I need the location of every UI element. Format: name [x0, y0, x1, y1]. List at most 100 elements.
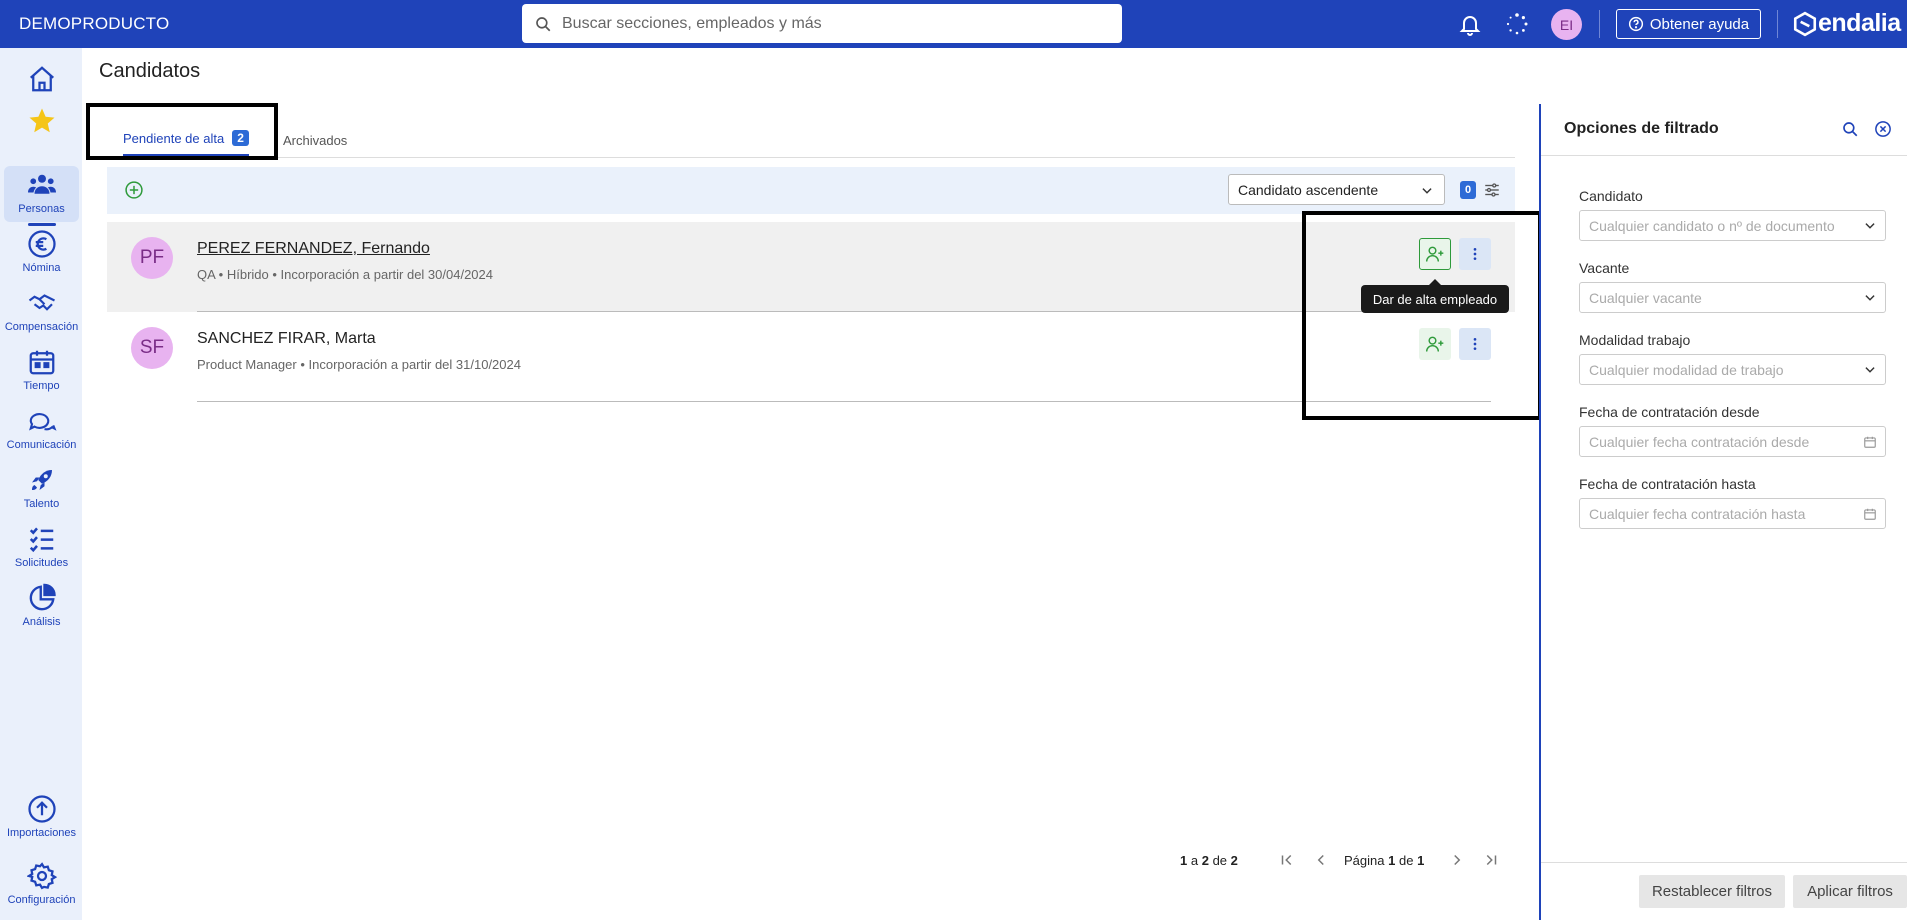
- filter-placeholder: Cualquier modalidad de trabajo: [1589, 361, 1784, 378]
- calendar-icon[interactable]: [1863, 435, 1877, 449]
- hire-date-from-input[interactable]: Cualquier fecha contratación desde: [1579, 426, 1886, 457]
- help-circle-icon: [1628, 16, 1643, 32]
- user-avatar[interactable]: EI: [1551, 9, 1582, 40]
- bell-icon[interactable]: [1458, 12, 1482, 36]
- row-divider: [197, 401, 1491, 402]
- filter-label-fecha-desde: Fecha de contratación desde: [1579, 404, 1760, 420]
- brand-logo[interactable]: endalia: [1792, 9, 1901, 38]
- search-input[interactable]: [562, 14, 1102, 33]
- sidebar-item-label: Solicitudes: [14, 557, 69, 569]
- search-icon: [536, 16, 551, 31]
- vacancy-filter-select[interactable]: Cualquier vacante: [1579, 282, 1886, 313]
- filter-label-candidato: Candidato: [1579, 188, 1643, 204]
- candidate-details: Product Manager • Incorporación a partir…: [197, 357, 521, 372]
- sidebar-item-label: Personas: [18, 203, 65, 215]
- candidate-filter-select[interactable]: Cualquier candidato o nº de documento: [1579, 210, 1886, 241]
- checklist-icon: [29, 527, 53, 553]
- gear-icon: [26, 862, 57, 890]
- sidebar-item-importaciones[interactable]: Importaciones: [4, 790, 79, 846]
- chevron-down-icon: [1865, 295, 1875, 301]
- rocket-icon: [31, 470, 52, 490]
- endalia-logo-icon: [1793, 11, 1817, 36]
- reset-filters-button[interactable]: Restablecer filtros: [1639, 875, 1785, 908]
- star-icon: [29, 108, 54, 133]
- top-bar: DEMOPRODUCTO EI Obtener ayuda endalia: [0, 0, 1907, 48]
- filter-panel: Opciones de filtrado Candidato Cualquier…: [1539, 104, 1907, 920]
- filter-label-fecha-hasta: Fecha de contratación hasta: [1579, 476, 1756, 492]
- sidebar-item-label: Compensación: [4, 321, 79, 333]
- candidate-name-link[interactable]: SANCHEZ FIRAR, Marta: [197, 330, 376, 348]
- tab-archivados[interactable]: Archivados: [283, 124, 347, 156]
- sidebar-item-label: Nómina: [22, 262, 61, 274]
- sidebar-item-solicitudes[interactable]: Solicitudes: [4, 520, 79, 576]
- last-page-icon[interactable]: [1482, 851, 1500, 869]
- sidebar-item-configuracion[interactable]: Configuración: [4, 857, 79, 913]
- list-toolbar: Candidato ascendente 0: [107, 167, 1515, 214]
- filter-placeholder: Cualquier fecha contratación hasta: [1589, 505, 1806, 522]
- candidate-name-link[interactable]: PEREZ FERNANDEZ, Fernando: [197, 240, 430, 258]
- loading-spinner-icon[interactable]: [1505, 12, 1529, 36]
- sidebar-item-label: Configuración: [7, 894, 76, 906]
- help-label: Obtener ayuda: [1649, 15, 1750, 33]
- sidebar-item-label: Tiempo: [23, 380, 60, 392]
- next-page-icon[interactable]: [1448, 851, 1466, 869]
- euro-icon: [27, 230, 56, 258]
- filter-label-modalidad: Modalidad trabajo: [1579, 332, 1691, 348]
- chevron-down-icon: [1422, 188, 1432, 194]
- help-button[interactable]: Obtener ayuda: [1616, 9, 1761, 39]
- sidebar-item-nomina[interactable]: Nómina: [4, 225, 79, 281]
- close-circle-icon[interactable]: [1874, 120, 1892, 138]
- filter-placeholder: Cualquier fecha contratación desde: [1589, 433, 1810, 450]
- brand-name: endalia: [1818, 9, 1901, 37]
- people-icon: [27, 174, 56, 194]
- page-indicator: Página 1 de 1: [1344, 853, 1425, 868]
- sidebar-item-talento[interactable]: Talento: [4, 461, 79, 517]
- candidate-avatar: SF: [131, 327, 173, 369]
- add-circle-icon[interactable]: [124, 180, 144, 200]
- search-icon[interactable]: [1841, 120, 1859, 138]
- panel-divider: [1541, 862, 1907, 863]
- home-icon: [29, 66, 54, 92]
- sort-select[interactable]: Candidato ascendente: [1228, 174, 1445, 205]
- calendar-icon[interactable]: [1863, 507, 1877, 521]
- pie-chart-icon: [29, 583, 56, 611]
- sidebar-item-tiempo[interactable]: Tiempo: [4, 343, 79, 399]
- filter-panel-title: Opciones de filtrado: [1564, 120, 1719, 137]
- tab-bar: Pendiente de alta 2 Archivados: [105, 120, 1515, 158]
- first-page-icon[interactable]: [1278, 851, 1296, 869]
- apply-filters-button[interactable]: Aplicar filtros: [1793, 875, 1907, 908]
- sidebar-item-personas[interactable]: Personas: [4, 166, 79, 226]
- upload-circle-icon: [27, 795, 56, 823]
- company-name[interactable]: DEMOPRODUCTO: [19, 14, 169, 34]
- calendar-icon: [29, 350, 54, 375]
- active-filter-count-badge: 0: [1460, 181, 1476, 199]
- panel-divider: [1541, 155, 1907, 156]
- sidebar-item-analisis[interactable]: Análisis: [4, 579, 79, 635]
- topbar-divider: [1599, 10, 1600, 38]
- hire-date-to-input[interactable]: Cualquier fecha contratación hasta: [1579, 498, 1886, 529]
- sidebar-item-label: Comunicación: [6, 439, 77, 451]
- topbar-divider: [1777, 10, 1778, 38]
- filter-placeholder: Cualquier vacante: [1589, 289, 1702, 306]
- candidate-details: QA • Híbrido • Incorporación a partir de…: [197, 267, 493, 282]
- chevron-down-icon: [1865, 367, 1875, 373]
- sidebar: Personas Nómina Compensación Tiempo Comu…: [0, 48, 82, 920]
- chat-bubbles-icon: [28, 413, 57, 431]
- handshake-icon: [28, 294, 55, 311]
- record-count: 1 a 2 de 2: [1180, 853, 1238, 868]
- work-mode-filter-select[interactable]: Cualquier modalidad de trabajo: [1579, 354, 1886, 385]
- sidebar-item-comunicacion[interactable]: Comunicación: [4, 402, 79, 458]
- global-search[interactable]: [522, 4, 1122, 43]
- sliders-icon[interactable]: [1483, 181, 1501, 199]
- highlight-box-tabs: [86, 103, 278, 160]
- sidebar-item-favorites[interactable]: [4, 102, 79, 158]
- previous-page-icon[interactable]: [1312, 851, 1330, 869]
- candidate-avatar: PF: [131, 237, 173, 279]
- page-title: Candidatos: [99, 60, 201, 82]
- sidebar-item-label: Talento: [23, 498, 60, 510]
- sidebar-item-compensacion[interactable]: Compensación: [4, 284, 79, 340]
- filter-label-vacante: Vacante: [1579, 260, 1630, 276]
- sidebar-item-label: Análisis: [22, 616, 61, 628]
- highlight-box-actions: [1302, 211, 1542, 420]
- chevron-down-icon: [1865, 223, 1875, 229]
